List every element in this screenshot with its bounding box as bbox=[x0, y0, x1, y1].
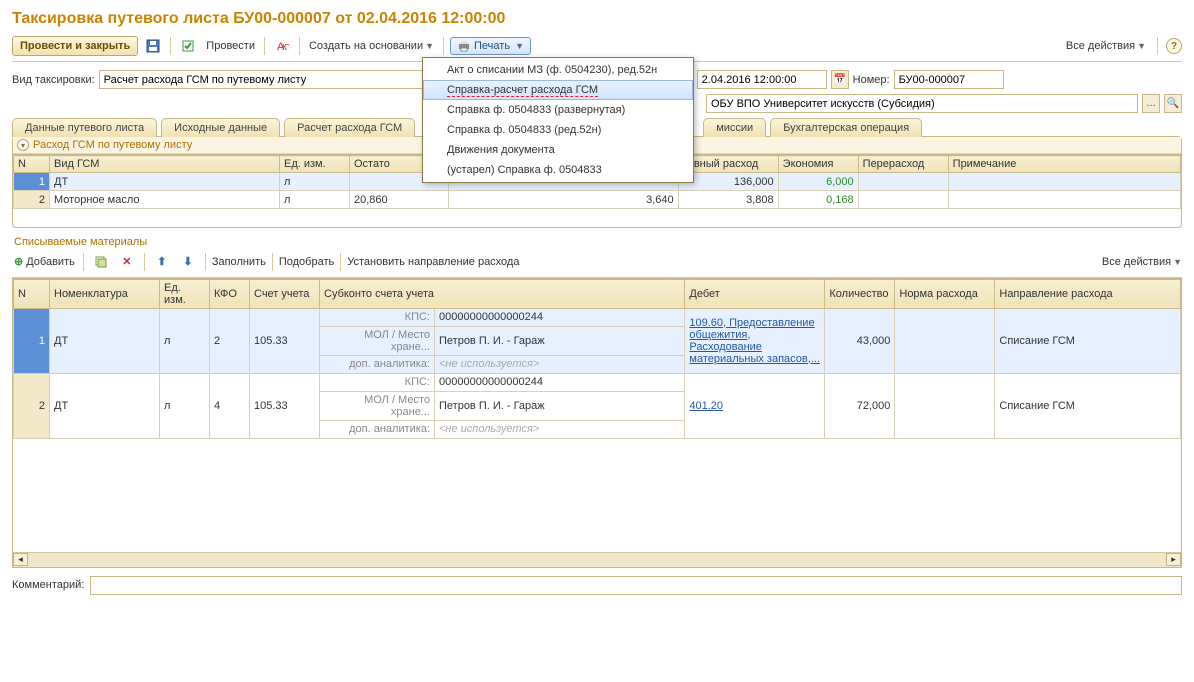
print-menu-item[interactable]: Справка-расчет расхода ГСМ bbox=[423, 80, 693, 100]
org-pick-button[interactable]: … bbox=[1142, 94, 1160, 113]
all-actions-button-2[interactable]: Все действия▼ bbox=[1102, 256, 1182, 268]
print-menu-item[interactable]: Справка ф. 0504833 (развернутая) bbox=[423, 100, 693, 120]
debet-link[interactable]: 401.20 bbox=[689, 400, 723, 412]
col-debet[interactable]: Дебет bbox=[685, 279, 825, 308]
table-row[interactable]: 2 ДТ л 4 105.33 КПС: 00000000000000244 4… bbox=[14, 373, 1181, 391]
hscroll[interactable]: ◂ ▸ bbox=[13, 552, 1181, 567]
col-over[interactable]: Перерасход bbox=[858, 156, 948, 173]
svg-text:кт: кт bbox=[282, 41, 289, 53]
debet-link[interactable]: 109.60, Предоставление общежития, Расход… bbox=[689, 317, 820, 365]
print-menu: Акт о списании МЗ (ф. 0504230), ред.52н … bbox=[422, 57, 694, 183]
scroll-left-icon[interactable]: ◂ bbox=[13, 553, 28, 566]
type-input[interactable] bbox=[99, 70, 429, 89]
org-search-icon[interactable]: 🔍 bbox=[1164, 94, 1182, 113]
move-up-icon[interactable]: ⬆ bbox=[151, 252, 173, 272]
table-row[interactable]: 2 Моторное масло л 20,860 3,640 3,808 0,… bbox=[14, 191, 1181, 209]
date-input[interactable] bbox=[697, 70, 827, 89]
all-actions-button[interactable]: Все действия▼ bbox=[1063, 38, 1149, 54]
tab-sheet-data[interactable]: Данные путевого листа bbox=[12, 118, 157, 137]
col-qty[interactable]: Количество bbox=[825, 279, 895, 308]
col-unit[interactable]: Ед. изм. bbox=[280, 156, 350, 173]
tab-calc-gsm[interactable]: Расчет расхода ГСМ bbox=[284, 118, 415, 137]
spmat-toolbar: ⊕Добавить ✕ ⬆ ⬇ Заполнить Подобрать Уста… bbox=[12, 252, 1182, 278]
print-menu-item[interactable]: Акт о списании МЗ (ф. 0504230), ред.52н bbox=[423, 60, 693, 80]
col-sub[interactable]: Субконто счета учета bbox=[320, 279, 685, 308]
print-menu-item[interactable]: (устарел) Справка ф. 0504833 bbox=[423, 160, 693, 180]
post-icon[interactable] bbox=[177, 36, 199, 56]
setdir-button[interactable]: Установить направление расхода bbox=[347, 256, 519, 268]
scroll-right-icon[interactable]: ▸ bbox=[1166, 553, 1181, 566]
col-eco[interactable]: Экономия bbox=[778, 156, 858, 173]
post-button[interactable]: Провести bbox=[203, 38, 258, 54]
col-dir[interactable]: Направление расхода bbox=[995, 279, 1181, 308]
org-input[interactable] bbox=[706, 94, 1138, 113]
calendar-icon[interactable]: 📅 bbox=[831, 70, 849, 89]
printer-icon bbox=[457, 40, 471, 52]
save-icon[interactable] bbox=[142, 36, 164, 56]
table-row[interactable]: 1 ДТ л 2 105.33 КПС: 00000000000000244 1… bbox=[14, 308, 1181, 326]
print-menu-item[interactable]: Движения документа bbox=[423, 140, 693, 160]
comment-label: Комментарий: bbox=[12, 579, 84, 591]
col-n[interactable]: N bbox=[14, 156, 50, 173]
col-note[interactable]: Примечание bbox=[948, 156, 1180, 173]
comment-input[interactable] bbox=[90, 576, 1182, 595]
help-button[interactable]: ? bbox=[1166, 38, 1182, 54]
number-label: Номер: bbox=[853, 74, 890, 86]
fill-button[interactable]: Заполнить bbox=[212, 256, 266, 268]
col-nom[interactable]: Номенклатура bbox=[50, 279, 160, 308]
delete-icon[interactable]: ✕ bbox=[116, 252, 138, 272]
spmat-label: Списываемые материалы bbox=[14, 236, 1182, 248]
page-title: Таксировка путевого листа БУ00-000007 от… bbox=[12, 10, 1182, 28]
move-down-icon[interactable]: ⬇ bbox=[177, 252, 199, 272]
comment-row: Комментарий: bbox=[12, 576, 1182, 595]
col-kind[interactable]: Вид ГСМ bbox=[50, 156, 280, 173]
copy-icon[interactable] bbox=[90, 252, 112, 272]
spmat-grid: N Номенклатура Ед. изм. КФО Счет учета С… bbox=[13, 279, 1181, 439]
type-label: Вид таксировки: bbox=[12, 74, 95, 86]
col-norm[interactable]: Норма расхода bbox=[895, 279, 995, 308]
col-unit[interactable]: Ед. изм. bbox=[160, 279, 210, 308]
create-base-button[interactable]: Создать на основании▼ bbox=[306, 38, 437, 54]
print-button[interactable]: Печать▼ bbox=[450, 37, 531, 55]
add-button[interactable]: ⊕Добавить bbox=[12, 254, 77, 269]
number-input[interactable] bbox=[894, 70, 1004, 89]
pick-button[interactable]: Подобрать bbox=[279, 256, 334, 268]
post-close-button[interactable]: Провести и закрыть bbox=[12, 36, 138, 56]
col-acct[interactable]: Счет учета bbox=[250, 279, 320, 308]
unpost-icon[interactable]: Акт bbox=[271, 36, 293, 56]
tab-source-data[interactable]: Исходные данные bbox=[161, 118, 280, 137]
collapse-icon[interactable]: ▾ bbox=[17, 139, 29, 151]
tab-accounting[interactable]: Бухгалтерская операция bbox=[770, 118, 922, 137]
tab-commission[interactable]: миссии bbox=[703, 118, 766, 137]
col-n[interactable]: N bbox=[14, 279, 50, 308]
spmat-grid-wrap: N Номенклатура Ед. изм. КФО Счет учета С… bbox=[12, 278, 1182, 568]
col-kfo[interactable]: КФО bbox=[210, 279, 250, 308]
print-menu-item[interactable]: Справка ф. 0504833 (ред.52н) bbox=[423, 120, 693, 140]
